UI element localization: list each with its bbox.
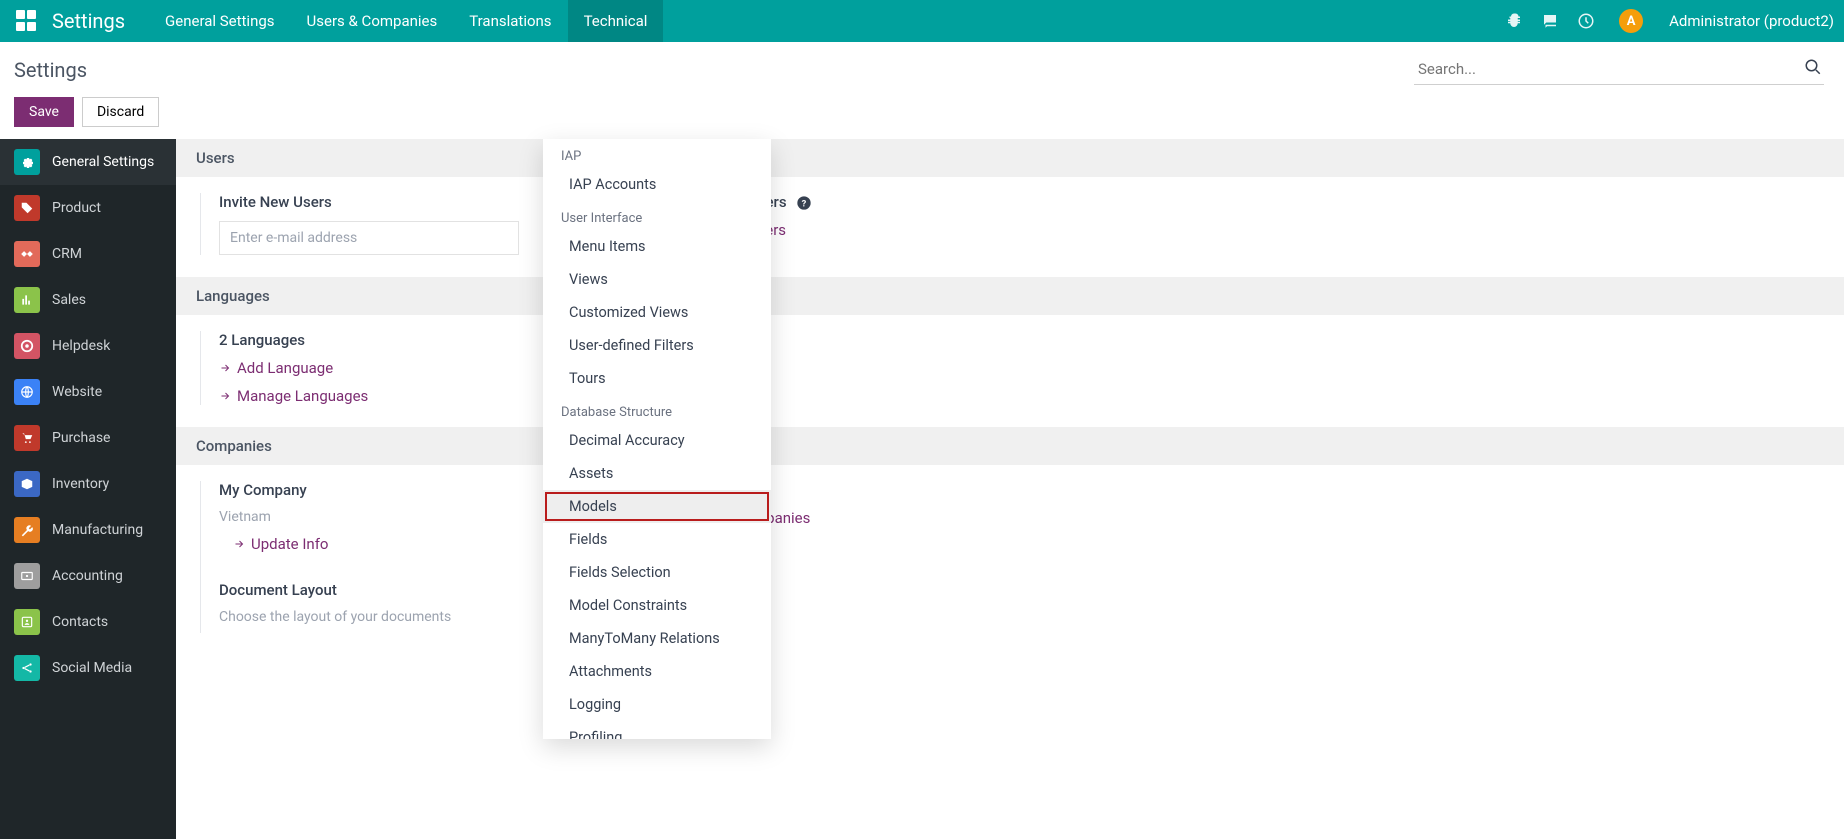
subheader: Settings: [0, 42, 1844, 91]
sidebar-item-sales[interactable]: Sales: [0, 277, 176, 323]
sidebar-item-label: Contacts: [52, 614, 108, 630]
sidebar-item-helpdesk[interactable]: Helpdesk: [0, 323, 176, 369]
sidebar-item-label: CRM: [52, 246, 82, 262]
section-languages-body: 2 Languages Add Language Manage Language…: [176, 315, 1844, 427]
globe-icon: [14, 379, 40, 405]
sidebar-item-social[interactable]: Social Media: [0, 645, 176, 691]
sidebar-item-label: Purchase: [52, 430, 110, 446]
email-input[interactable]: Enter e-mail address: [219, 221, 519, 255]
topbar: Settings General Settings Users & Compan…: [0, 0, 1844, 42]
app-title: Settings: [52, 9, 125, 33]
sidebar-item-accounting[interactable]: Accounting: [0, 553, 176, 599]
dd-item-decimal[interactable]: Decimal Accuracy: [543, 424, 771, 457]
dd-item-fields[interactable]: Fields: [543, 523, 771, 556]
tag-icon: [14, 195, 40, 221]
dd-item-views[interactable]: Views: [543, 263, 771, 296]
discard-button[interactable]: Discard: [82, 97, 159, 127]
content: Users Invite New Users Enter e-mail addr…: [176, 139, 1844, 839]
sidebar-item-label: General Settings: [52, 154, 154, 170]
menu-translations[interactable]: Translations: [453, 0, 567, 42]
dd-group-ui: User Interface: [543, 201, 771, 230]
section-users-body: Invite New Users Enter e-mail address 2 …: [176, 177, 1844, 277]
search-wrap: [1414, 54, 1824, 85]
section-users-heading: Users: [176, 139, 1844, 177]
arrow-right-icon: [219, 390, 231, 402]
dd-item-customized-views[interactable]: Customized Views: [543, 296, 771, 329]
section-companies-body: My Company Vietnam Update Info Document …: [176, 465, 1844, 655]
dd-item-fields-selection[interactable]: Fields Selection: [543, 556, 771, 589]
dd-item-model-constraints[interactable]: Model Constraints: [543, 589, 771, 622]
page-title: Settings: [14, 58, 87, 82]
dd-item-user-filters[interactable]: User-defined Filters: [543, 329, 771, 362]
contact-icon: [14, 609, 40, 635]
technical-dropdown: IAP IAP Accounts User Interface Menu Ite…: [543, 139, 771, 739]
sidebar-item-label: Product: [52, 200, 101, 216]
menu-technical[interactable]: Technical: [568, 0, 664, 42]
section-companies-heading: Companies: [176, 427, 1844, 465]
sidebar-item-crm[interactable]: CRM: [0, 231, 176, 277]
dd-item-tours[interactable]: Tours: [543, 362, 771, 395]
sidebar-item-inventory[interactable]: Inventory: [0, 461, 176, 507]
menu-users-companies[interactable]: Users & Companies: [291, 0, 454, 42]
username[interactable]: Administrator (product2): [1669, 12, 1834, 30]
clock-icon[interactable]: [1577, 12, 1595, 30]
sidebar-item-website[interactable]: Website: [0, 369, 176, 415]
sidebar-item-label: Social Media: [52, 660, 132, 676]
share-icon: [14, 655, 40, 681]
dd-item-models[interactable]: Models: [543, 490, 771, 523]
action-row: Save Discard: [0, 91, 1844, 139]
sidebar: General Settings Product CRM Sales Helpd…: [0, 139, 176, 839]
update-info-text: Update Info: [251, 535, 328, 553]
dd-item-menu-items[interactable]: Menu Items: [543, 230, 771, 263]
sidebar-item-contacts[interactable]: Contacts: [0, 599, 176, 645]
manage-languages-text: Manage Languages: [237, 387, 368, 405]
menu-general-settings[interactable]: General Settings: [149, 0, 291, 42]
sidebar-item-product[interactable]: Product: [0, 185, 176, 231]
apps-icon[interactable]: [16, 10, 38, 32]
chat-icon[interactable]: [1541, 12, 1559, 30]
sidebar-item-label: Accounting: [52, 568, 123, 584]
sidebar-item-purchase[interactable]: Purchase: [0, 415, 176, 461]
topbar-right: A Administrator (product2): [1505, 9, 1834, 33]
money-icon: [14, 563, 40, 589]
sidebar-item-label: Helpdesk: [52, 338, 110, 354]
sidebar-item-label: Inventory: [52, 476, 109, 492]
dd-group-db: Database Structure: [543, 395, 771, 424]
dd-item-profiling[interactable]: Profiling: [543, 721, 771, 739]
sidebar-item-label: Sales: [52, 292, 86, 308]
svg-text:?: ?: [802, 198, 807, 209]
dd-item-logging[interactable]: Logging: [543, 688, 771, 721]
arrow-right-icon: [219, 362, 231, 374]
sidebar-item-label: Website: [52, 384, 102, 400]
arrow-right-icon: [233, 538, 245, 550]
gear-icon: [14, 149, 40, 175]
dd-item-attachments[interactable]: Attachments: [543, 655, 771, 688]
sidebar-item-general-settings[interactable]: General Settings: [0, 139, 176, 185]
dd-item-m2m[interactable]: ManyToMany Relations: [543, 622, 771, 655]
top-menu: General Settings Users & Companies Trans…: [149, 0, 663, 42]
wrench-icon: [14, 517, 40, 543]
lifebuoy-icon: [14, 333, 40, 359]
box-icon: [14, 471, 40, 497]
save-button[interactable]: Save: [14, 97, 74, 127]
cart-icon: [14, 425, 40, 451]
bug-icon[interactable]: [1505, 12, 1523, 30]
dd-item-assets[interactable]: Assets: [543, 457, 771, 490]
search-input[interactable]: [1414, 54, 1824, 85]
search-icon[interactable]: [1804, 58, 1822, 76]
avatar[interactable]: A: [1619, 9, 1643, 33]
dd-item-iap-accounts[interactable]: IAP Accounts: [543, 168, 771, 201]
chart-icon: [14, 287, 40, 313]
help-icon[interactable]: ?: [796, 195, 812, 211]
sidebar-item-label: Manufacturing: [52, 522, 143, 538]
section-languages-heading: Languages: [176, 277, 1844, 315]
main-columns: General Settings Product CRM Sales Helpd…: [0, 139, 1844, 839]
dropdown-scroll[interactable]: IAP IAP Accounts User Interface Menu Ite…: [543, 139, 771, 739]
add-language-text: Add Language: [237, 359, 333, 377]
sidebar-item-manufacturing[interactable]: Manufacturing: [0, 507, 176, 553]
handshake-icon: [14, 241, 40, 267]
dd-group-iap: IAP: [543, 139, 771, 168]
